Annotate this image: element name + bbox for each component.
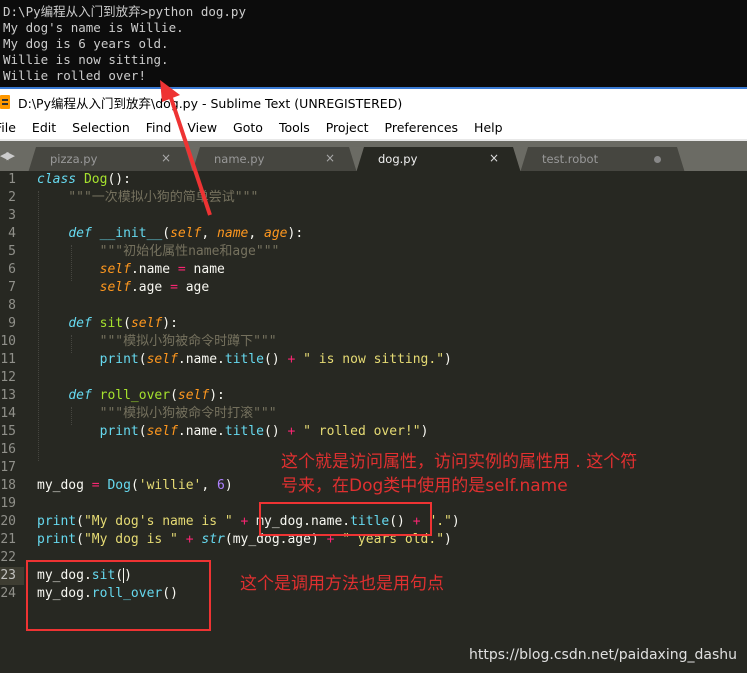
menu-find[interactable]: Find [138, 120, 180, 135]
code-editor[interactable]: 1 2 3 4 5 6 7 8 9 10 11 12 13 14 15 16 1… [0, 171, 747, 673]
annotation-method-call: 这个是调用方法也是用句点 [240, 574, 444, 594]
annotation-line: 这个就是访问属性，访问实例的属性用 . 这个符 [281, 452, 638, 472]
tab-label: name.py [214, 152, 265, 166]
line-number: 8 [8, 298, 16, 313]
tab-label: pizza.py [50, 152, 98, 166]
code-line-4: def __init__(self, name, age): [68, 226, 304, 241]
highlight-box-attribute [259, 502, 432, 536]
line-number: 24 [0, 586, 16, 601]
tab-dog-py[interactable]: dog.py × [356, 147, 521, 173]
line-number: 4 [8, 226, 16, 241]
console-line: D:\Py编程从入门到放弃>python dog.py [3, 4, 246, 19]
tab-label: test.robot [542, 152, 599, 166]
console-line: Willie is now sitting. [3, 52, 169, 67]
code-line-2: """一次模拟小狗的简单尝试""" [37, 190, 259, 205]
tab-bar: ◀▶ pizza.py × name.py × dog.py × test.ro… [0, 139, 747, 171]
close-icon[interactable]: × [161, 151, 171, 165]
sublime-app-icon [0, 95, 10, 109]
line-number: 18 [0, 478, 16, 493]
console-line: My dog is 6 years old. [3, 36, 169, 51]
line-number: 6 [8, 262, 16, 277]
menu-goto[interactable]: Goto [225, 120, 271, 135]
tab-label: dog.py [378, 152, 418, 166]
highlight-box-method [26, 560, 211, 631]
line-number: 15 [0, 424, 16, 439]
window-titlebar[interactable]: D:\Py编程从入门到放弃\dog.py - Sublime Text (UNR… [0, 89, 747, 115]
menu-edit[interactable]: Edit [24, 120, 64, 135]
line-number: 20 [0, 514, 16, 529]
line-number: 11 [0, 352, 16, 367]
line-number: 12 [0, 370, 16, 385]
tab-pizza-py[interactable]: pizza.py × [28, 147, 193, 173]
menu-selection[interactable]: Selection [64, 120, 138, 135]
line-number: 19 [0, 496, 16, 511]
line-number-current: 23 [0, 567, 24, 585]
code-line-9: def sit(self): [68, 316, 178, 331]
code-line-10: """模拟小狗被命令时蹲下""" [37, 334, 277, 349]
console-output: D:\Py编程从入门到放弃>python dog.py My dog's nam… [0, 0, 747, 87]
code-line-14: """模拟小狗被命令时打滚""" [37, 406, 277, 421]
line-number: 2 [8, 190, 16, 205]
line-number: 1 [8, 172, 16, 187]
code-line-13: def roll_over(self): [68, 388, 225, 403]
watermark: https://blog.csdn.net/paidaxing_dashu [468, 647, 737, 663]
code-line-11: print(self.name.title() + " is now sitti… [99, 352, 452, 367]
menu-help[interactable]: Help [466, 120, 511, 135]
annotation-line: 号来，在Dog类中使用的是self.name [281, 476, 568, 496]
close-icon[interactable]: × [325, 151, 335, 165]
menu-preferences[interactable]: Preferences [377, 120, 467, 135]
console-line: Willie rolled over! [3, 68, 146, 83]
line-number: 13 [0, 388, 16, 403]
menu-tools[interactable]: Tools [271, 120, 318, 135]
menu-view[interactable]: View [179, 120, 225, 135]
code-line-7: self.age = age [99, 280, 210, 295]
line-number: 16 [0, 442, 16, 457]
annotation-attribute-access: 这个就是访问属性，访问实例的属性用 . 这个符 号来，在Dog类中使用的是sel… [281, 450, 637, 498]
line-number: 3 [8, 208, 16, 223]
console-line: My dog's name is Willie. [3, 20, 184, 35]
line-number-gutter: 1 2 3 4 5 6 7 8 9 10 11 12 13 14 15 16 1… [0, 171, 24, 603]
line-number: 14 [0, 406, 16, 421]
code-line-5: """初始化属性name和age""" [37, 244, 280, 259]
menu-file[interactable]: File [0, 120, 24, 135]
code-content[interactable]: class Dog(): """一次模拟小狗的简单尝试""" def __ini… [37, 171, 747, 603]
tab-name-py[interactable]: name.py × [192, 147, 357, 173]
unsaved-dot-icon[interactable] [654, 156, 661, 163]
window-title: D:\Py编程从入门到放弃\dog.py - Sublime Text (UNR… [18, 95, 403, 111]
line-number: 22 [0, 550, 16, 565]
line-number: 21 [0, 532, 16, 547]
code-line-15: print(self.name.title() + " rolled over!… [99, 424, 429, 439]
tab-test-robot[interactable]: test.robot [520, 147, 685, 173]
line-number: 5 [8, 244, 16, 259]
line-number: 9 [8, 316, 16, 331]
close-icon[interactable]: × [489, 151, 499, 165]
tab-nav-arrows-icon[interactable]: ◀▶ [0, 149, 15, 162]
line-number: 7 [8, 280, 16, 295]
line-number: 10 [0, 334, 16, 349]
code-line-1: class Dog(): [37, 172, 131, 187]
menu-project[interactable]: Project [318, 120, 377, 135]
menu-bar: File Edit Selection Find View Goto Tools… [0, 115, 747, 139]
line-number: 17 [0, 460, 16, 475]
code-line-6: self.name = name [99, 262, 225, 277]
